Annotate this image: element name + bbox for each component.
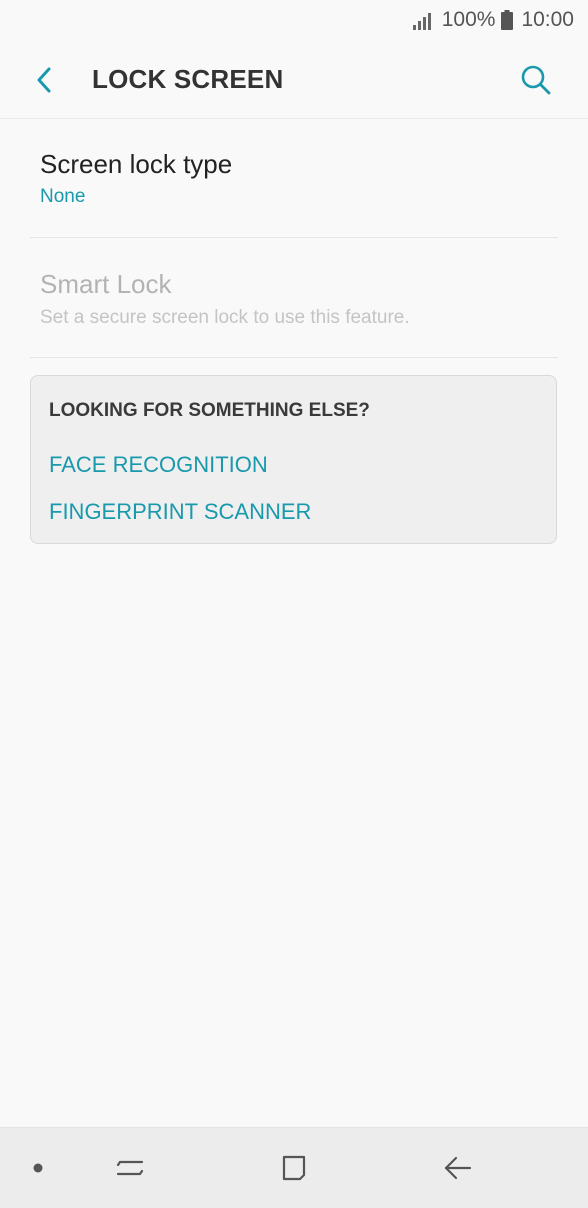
smart-lock-setting: Smart Lock Set a secure screen lock to u… — [30, 238, 558, 358]
home-icon — [282, 1155, 306, 1181]
battery-percent: 100% — [441, 8, 496, 31]
clock: 10:00 — [521, 8, 574, 31]
screen-lock-type-setting[interactable]: Screen lock type None — [30, 118, 558, 238]
setting-description: Set a secure screen lock to use this fea… — [40, 307, 410, 328]
setting-value: None — [40, 186, 86, 207]
search-icon — [521, 65, 551, 95]
app-header: LOCK SCREEN — [0, 40, 588, 119]
nav-dot-button[interactable] — [18, 1148, 58, 1188]
setting-label: Smart Lock — [40, 269, 172, 299]
back-arrow-icon — [37, 67, 51, 93]
fingerprint-scanner-link[interactable]: FINGERPRINT SCANNER — [49, 499, 311, 525]
setting-label: Screen lock type — [40, 149, 233, 179]
home-button[interactable] — [274, 1148, 314, 1188]
suggestions-title: LOOKING FOR SOMETHING ELSE? — [49, 400, 370, 421]
navigation-bar — [0, 1127, 588, 1208]
status-bar: 100% 10:00 — [0, 0, 588, 40]
dot-icon — [33, 1163, 43, 1173]
recent-apps-icon — [116, 1160, 144, 1176]
battery-icon — [501, 10, 514, 30]
recent-apps-button[interactable] — [110, 1148, 150, 1188]
face-recognition-link[interactable]: FACE RECOGNITION — [49, 452, 268, 478]
signal-icon — [412, 13, 431, 30]
suggestions-card: LOOKING FOR SOMETHING ELSE? FACE RECOGNI… — [30, 375, 557, 544]
back-button[interactable] — [26, 62, 62, 98]
page-title: LOCK SCREEN — [92, 64, 284, 94]
nav-back-button[interactable] — [438, 1148, 478, 1188]
back-icon — [444, 1156, 472, 1180]
search-button[interactable] — [518, 62, 554, 98]
